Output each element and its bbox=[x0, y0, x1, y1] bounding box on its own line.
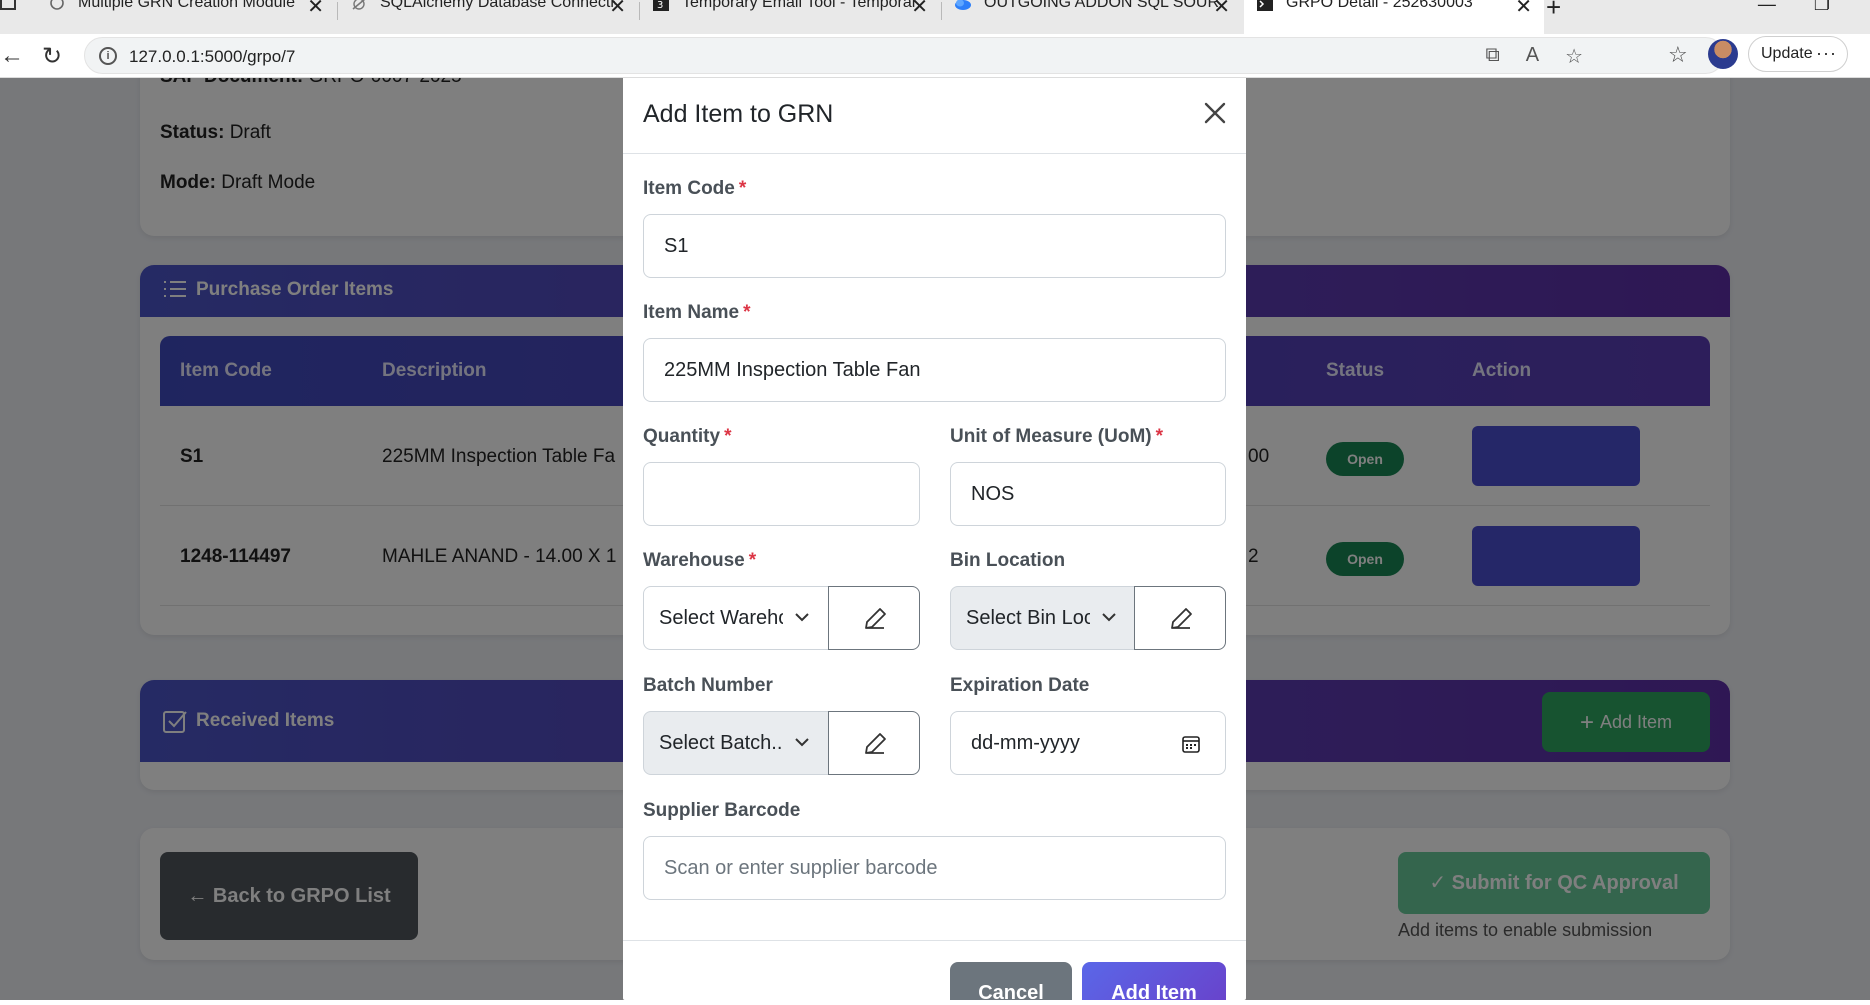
terminal-icon bbox=[1257, 0, 1273, 11]
warehouse-label: Warehouse * bbox=[643, 550, 757, 571]
warehouse-select[interactable]: Select Warehouse bbox=[643, 586, 829, 650]
pencil-icon bbox=[1171, 608, 1192, 629]
warehouse-selected-text: Select Warehouse bbox=[659, 607, 783, 629]
browser-tab[interactable]: SQLAlchemy Database Connectio ✕ bbox=[338, 0, 638, 34]
site-info-icon[interactable]: i bbox=[99, 47, 117, 65]
item-code-input[interactable] bbox=[643, 214, 1226, 278]
add-item-modal: Add Item to GRN Item Code* Item Name* Qu… bbox=[623, 78, 1246, 1000]
favorites-list-icon[interactable]: ☆ bbox=[1668, 42, 1688, 68]
close-tab-icon[interactable]: ✕ bbox=[307, 0, 324, 19]
batch-edit-button[interactable] bbox=[828, 711, 920, 775]
tab-title: Multiple GRN Creation Module bbox=[78, 0, 295, 11]
browser-tab[interactable]: Multiple GRN Creation Module ✕ bbox=[36, 0, 336, 34]
chevron-down-icon bbox=[795, 738, 809, 747]
close-tab-icon[interactable]: ✕ bbox=[1213, 0, 1230, 19]
close-icon[interactable] bbox=[1198, 96, 1232, 130]
cancel-button[interactable]: Cancel bbox=[950, 962, 1072, 1000]
update-label: Update bbox=[1761, 45, 1813, 62]
bin-location-edit-button[interactable] bbox=[1134, 586, 1226, 650]
bin-selected-text: Select Bin Location bbox=[966, 607, 1090, 629]
chevron-down-icon bbox=[795, 613, 809, 622]
browser-tab[interactable]: 3 Temporary Email Tool - Temporary ✕ bbox=[640, 0, 940, 34]
item-code-label: Item Code * bbox=[643, 178, 747, 199]
tab-title: Temporary Email Tool - Temporary bbox=[682, 0, 917, 11]
close-tab-icon[interactable]: ✕ bbox=[1515, 0, 1532, 19]
sidebar-toggle-icon[interactable] bbox=[0, 0, 16, 10]
modal-footer-divider bbox=[623, 940, 1246, 941]
window-bottom-edge bbox=[0, 1000, 1870, 1005]
address-bar: ← ↻ i 127.0.0.1:5000/grpo/7 ⧉ A ☆ ☆ Upda… bbox=[0, 34, 1870, 78]
pencil-icon bbox=[865, 733, 886, 754]
refresh-icon[interactable]: ↻ bbox=[42, 42, 62, 71]
minimize-icon[interactable]: — bbox=[1758, 0, 1776, 14]
add-item-button[interactable]: Add Item bbox=[1082, 962, 1226, 1000]
batch-number-label: Batch Number bbox=[643, 675, 773, 696]
browser-tab[interactable]: OUTGOING ADDON SQL SOURCE ✕ bbox=[942, 0, 1242, 34]
read-aloud-icon[interactable]: A bbox=[1526, 44, 1539, 69]
tab-title: OUTGOING ADDON SQL SOURCE bbox=[984, 0, 1219, 11]
modal-header: Add Item to GRN bbox=[623, 78, 1246, 154]
expiration-date-label: Expiration Date bbox=[950, 675, 1090, 696]
update-button[interactable]: Update ··· bbox=[1748, 36, 1848, 72]
bin-location-label: Bin Location bbox=[950, 550, 1066, 571]
browser-tab-bar: Multiple GRN Creation Module ✕ SQLAlchem… bbox=[0, 0, 1870, 34]
item-name-label: Item Name * bbox=[643, 302, 751, 323]
perplexity-icon bbox=[352, 0, 366, 10]
profile-avatar[interactable] bbox=[1708, 39, 1738, 69]
modal-title: Add Item to GRN bbox=[643, 100, 834, 128]
chevron-down-icon bbox=[1102, 613, 1116, 622]
expiration-date-input[interactable]: dd-mm-yyyy bbox=[950, 711, 1226, 775]
date-placeholder: dd-mm-yyyy bbox=[971, 732, 1080, 754]
open-in-app-icon[interactable]: ⧉ bbox=[1485, 44, 1499, 69]
url-text[interactable]: 127.0.0.1:5000/grpo/7 bbox=[129, 47, 295, 67]
chatgpt-icon bbox=[50, 0, 64, 10]
tab-title: SQLAlchemy Database Connectio bbox=[380, 0, 615, 11]
item-name-input[interactable] bbox=[643, 338, 1226, 402]
quantity-input[interactable] bbox=[643, 462, 920, 526]
close-tab-icon[interactable]: ✕ bbox=[609, 0, 626, 19]
restore-icon[interactable]: ❐ bbox=[1814, 0, 1830, 14]
more-menu-icon[interactable]: ··· bbox=[1816, 36, 1837, 70]
svg-text:3: 3 bbox=[657, 0, 663, 11]
batch-number-select[interactable]: Select Batch... bbox=[643, 711, 829, 775]
uom-label: Unit of Measure (UoM) * bbox=[950, 426, 1164, 447]
onedrive-icon bbox=[955, 0, 971, 10]
pencil-icon bbox=[865, 608, 886, 629]
back-arrow-icon[interactable]: ← bbox=[0, 42, 24, 70]
tab-title: GRPO Detail - 252630003 bbox=[1286, 0, 1473, 11]
uom-input[interactable] bbox=[950, 462, 1226, 526]
warehouse-edit-button[interactable] bbox=[828, 586, 920, 650]
favorite-star-icon[interactable]: ☆ bbox=[1565, 44, 1583, 69]
supplier-barcode-input[interactable] bbox=[643, 836, 1226, 900]
bin-location-select[interactable]: Select Bin Location bbox=[950, 586, 1136, 650]
quantity-label: Quantity * bbox=[643, 426, 732, 447]
window-controls: — ❐ bbox=[1758, 0, 1870, 14]
close-tab-icon[interactable]: ✕ bbox=[911, 0, 928, 19]
calendar-icon[interactable] bbox=[1181, 734, 1201, 754]
browser-tab-active[interactable]: GRPO Detail - 252630003 ✕ bbox=[1244, 0, 1544, 34]
batch-selected-text: Select Batch... bbox=[659, 732, 783, 754]
supplier-barcode-label: Supplier Barcode bbox=[643, 800, 801, 821]
new-tab-icon[interactable]: + bbox=[1546, 0, 1561, 23]
url-field[interactable]: i 127.0.0.1:5000/grpo/7 ⧉ A ☆ bbox=[84, 37, 1724, 74]
email-tool-icon: 3 bbox=[653, 0, 669, 11]
url-actions: ⧉ A ☆ bbox=[1485, 44, 1583, 69]
